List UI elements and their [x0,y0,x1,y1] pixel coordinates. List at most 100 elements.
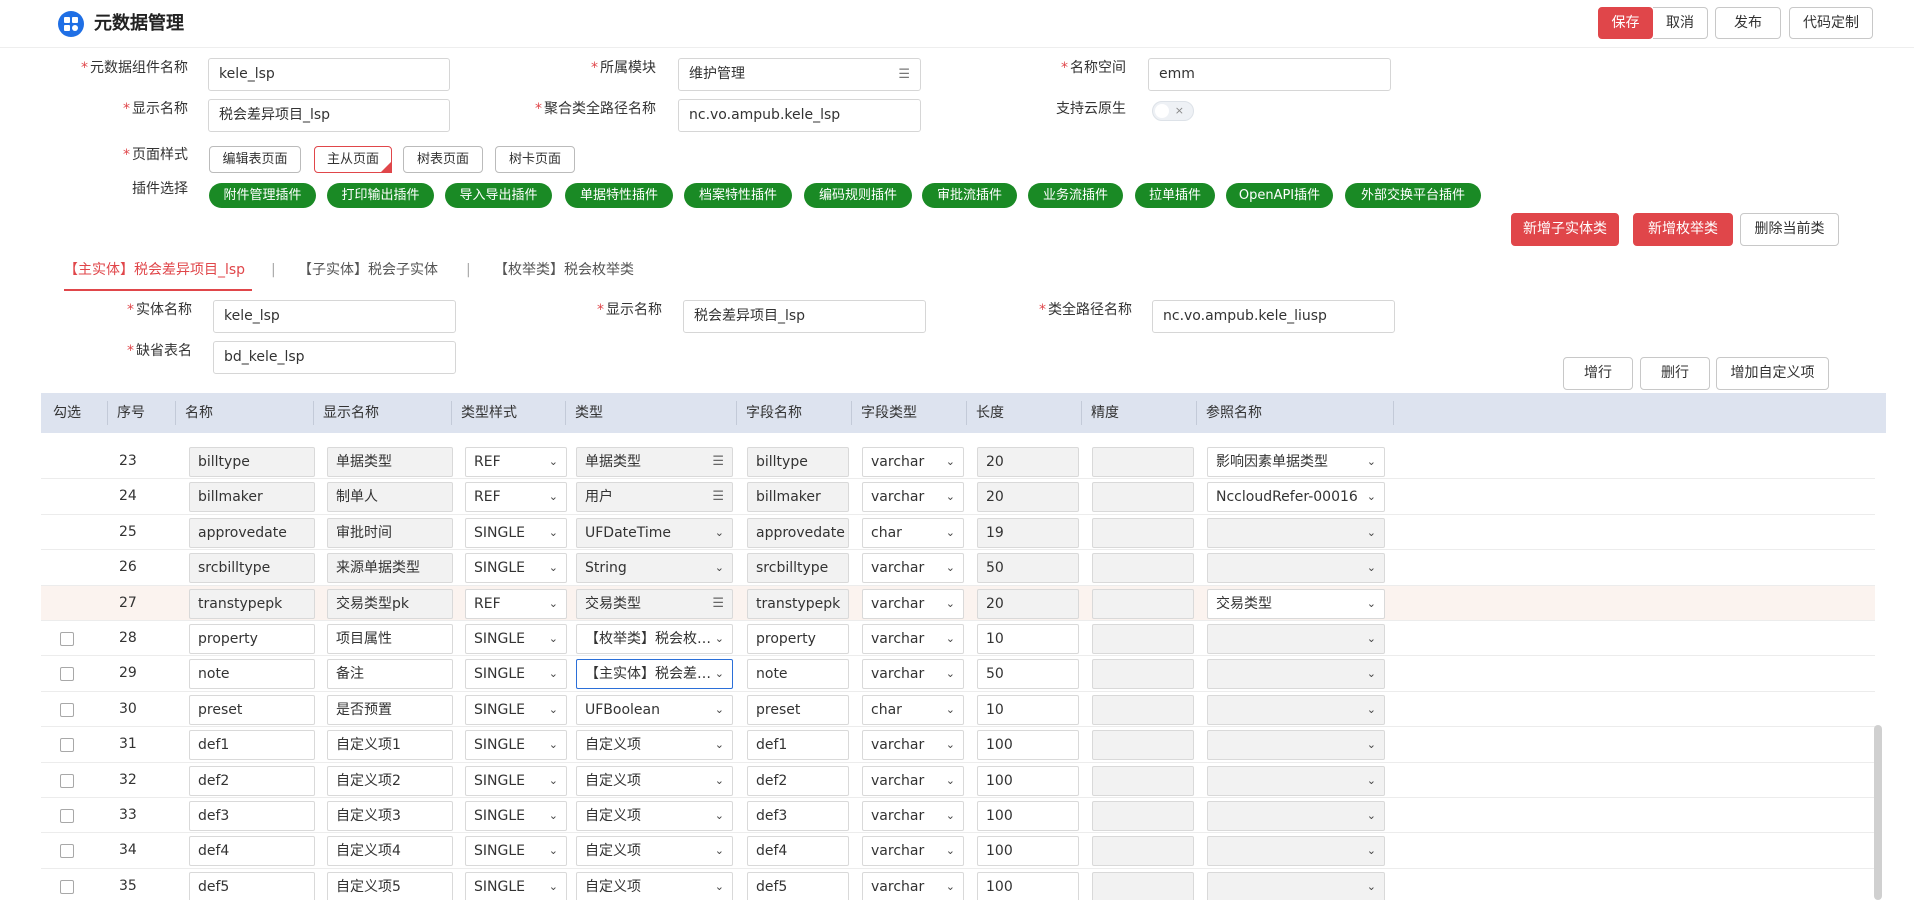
type-style-select[interactable]: SINGLE ⌄ [465,730,567,761]
length-input[interactable]: 100 [977,871,1079,900]
field-type-select[interactable]: varchar ⌄ [862,447,964,477]
field-type-select[interactable]: varchar ⌄ [862,553,964,584]
entity-display-name-input[interactable]: 税会差异项目_lsp [683,300,926,333]
precision-input[interactable] [1092,517,1194,548]
type-select[interactable]: 自定义项 ⌄ [576,765,733,796]
field-name-input[interactable]: def5 [747,871,849,900]
display-name-cell[interactable]: 制单人 [327,482,453,513]
delete-class-button[interactable]: 删除当前类 [1740,213,1839,246]
length-input[interactable]: 19 [977,517,1079,548]
ref-name-select[interactable]: ⌄ [1207,765,1385,796]
plugin-attachment[interactable]: 附件管理插件 [209,183,316,208]
type-style-select[interactable]: SINGLE ⌄ [465,801,567,831]
precision-input[interactable] [1092,553,1194,584]
plugin-bill-feature[interactable]: 单据特性插件 [565,183,673,208]
name-input[interactable]: def1 [189,730,315,761]
length-input[interactable]: 20 [977,482,1079,513]
type-style-select[interactable]: SINGLE ⌄ [465,659,567,690]
ref-name-select[interactable]: ⌄ [1207,694,1385,725]
table-row[interactable]: 34 def4 自定义项4 SINGLE ⌄ 自定义项 ⌄ def4 varchar ⌄ 100 ⌄ [41,833,1875,869]
name-input[interactable]: billmaker [189,482,315,513]
precision-input[interactable] [1092,447,1194,477]
plugin-openapi[interactable]: OpenAPI插件 [1226,183,1333,208]
ref-name-select[interactable]: ⌄ [1207,553,1385,584]
table-row[interactable]: 30 preset 是否预置 SINGLE ⌄ UFBoolean ⌄ preset char ⌄… [41,691,1875,728]
length-input[interactable]: 100 [977,836,1079,867]
field-name-input[interactable]: def4 [747,836,849,867]
name-input[interactable]: billtype [189,447,315,477]
field-name-input[interactable]: def3 [747,801,849,831]
length-input[interactable]: 50 [977,659,1079,690]
table-row[interactable]: 26 srcbilltype 来源单据类型 SINGLE ⌄ String ⌄ srcbill… [41,550,1875,586]
name-input[interactable]: def5 [189,871,315,900]
length-input[interactable]: 100 [977,801,1079,831]
type-select[interactable]: 自定义项 ⌄ [576,836,733,867]
table-row[interactable]: 31 def1 自定义项1 SINGLE ⌄ 自定义项 ⌄ def1 varchar ⌄ 100 ⌄ [41,727,1875,763]
type-select[interactable]: 【枚举类】税会枚举类 ⌄ [576,624,733,654]
codegen-button[interactable]: 代码定制 [1789,7,1873,39]
save-button[interactable]: 保存 [1598,7,1653,39]
display-name-cell[interactable]: 是否预置 [327,694,453,725]
tab-child-entity[interactable]: 【子实体】税会子实体 [298,260,438,280]
display-name-cell[interactable]: 自定义项4 [327,836,453,867]
field-type-select[interactable]: char ⌄ [862,517,964,548]
type-select[interactable]: 自定义项 ⌄ [576,801,733,831]
entity-name-input[interactable]: kele_lsp [213,300,456,333]
length-input[interactable]: 10 [977,694,1079,725]
display-name-cell[interactable]: 项目属性 [327,624,453,654]
precision-input[interactable] [1092,694,1194,725]
aggregate-path-input[interactable]: nc.vo.ampub.kele_lsp [678,99,921,132]
ref-name-select[interactable]: 交易类型 ⌄ [1207,588,1385,619]
cloud-native-toggle[interactable]: × [1152,101,1194,121]
component-name-input[interactable]: kele_lsp [208,58,450,91]
name-input[interactable]: note [189,659,315,690]
row-checkbox[interactable] [60,844,74,859]
table-row[interactable]: 35 def5 自定义项5 SINGLE ⌄ 自定义项 ⌄ def5 varchar ⌄ 100 ⌄ [41,868,1875,900]
add-enum-button[interactable]: 新增枚举类 [1633,213,1733,246]
display-name-cell[interactable]: 备注 [327,659,453,690]
type-select[interactable]: UFBoolean ⌄ [576,694,733,725]
display-name-cell[interactable]: 交易类型pk [327,588,453,619]
table-row[interactable]: 24 billmaker 制单人 REF ⌄ 用户 ☰ billmaker varchar ⌄ 20… [41,479,1875,515]
field-type-select[interactable]: varchar ⌄ [862,765,964,796]
length-input[interactable]: 10 [977,624,1079,654]
type-select[interactable]: 交易类型 ☰ [576,588,733,619]
precision-input[interactable] [1092,730,1194,761]
field-name-input[interactable]: preset [747,694,849,725]
type-select[interactable]: 单据类型 ☰ [576,447,733,477]
row-checkbox[interactable] [60,667,74,682]
row-checkbox[interactable] [60,809,74,823]
ref-name-select[interactable]: ⌄ [1207,836,1385,867]
delete-row-button[interactable]: 删行 [1640,357,1710,390]
precision-input[interactable] [1092,588,1194,619]
length-input[interactable]: 100 [977,730,1079,761]
table-row[interactable]: 32 def2 自定义项2 SINGLE ⌄ 自定义项 ⌄ def2 varchar ⌄ 100 ⌄ [41,762,1875,798]
precision-input[interactable] [1092,624,1194,654]
length-input[interactable]: 100 [977,765,1079,796]
length-input[interactable]: 50 [977,553,1079,584]
field-name-input[interactable]: srcbilltype [747,553,849,584]
plugin-approval-flow[interactable]: 审批流插件 [922,183,1017,208]
field-type-select[interactable]: varchar ⌄ [862,624,964,654]
add-row-button[interactable]: 增行 [1563,357,1633,390]
precision-input[interactable] [1092,482,1194,513]
display-name-cell[interactable]: 自定义项1 [327,730,453,761]
publish-button[interactable]: 发布 [1715,7,1781,39]
field-type-select[interactable]: varchar ⌄ [862,588,964,619]
tab-enum-class[interactable]: 【枚举类】税会枚举类 [494,260,634,280]
display-name-cell[interactable]: 审批时间 [327,517,453,548]
table-name-input[interactable]: bd_kele_lsp [213,341,456,374]
field-type-select[interactable]: varchar ⌄ [862,871,964,900]
type-select[interactable]: String ⌄ [576,553,733,584]
type-style-select[interactable]: REF ⌄ [465,447,567,477]
precision-input[interactable] [1092,871,1194,900]
type-select[interactable]: 自定义项 ⌄ [576,730,733,761]
precision-input[interactable] [1092,801,1194,831]
type-style-select[interactable]: SINGLE ⌄ [465,871,567,900]
type-select[interactable]: 用户 ☰ [576,482,733,513]
display-name-cell[interactable]: 来源单据类型 [327,553,453,584]
plugin-external-exchange[interactable]: 外部交换平台插件 [1345,183,1481,208]
field-name-input[interactable]: def1 [747,730,849,761]
row-checkbox[interactable] [60,632,74,646]
field-type-select[interactable]: char ⌄ [862,694,964,725]
